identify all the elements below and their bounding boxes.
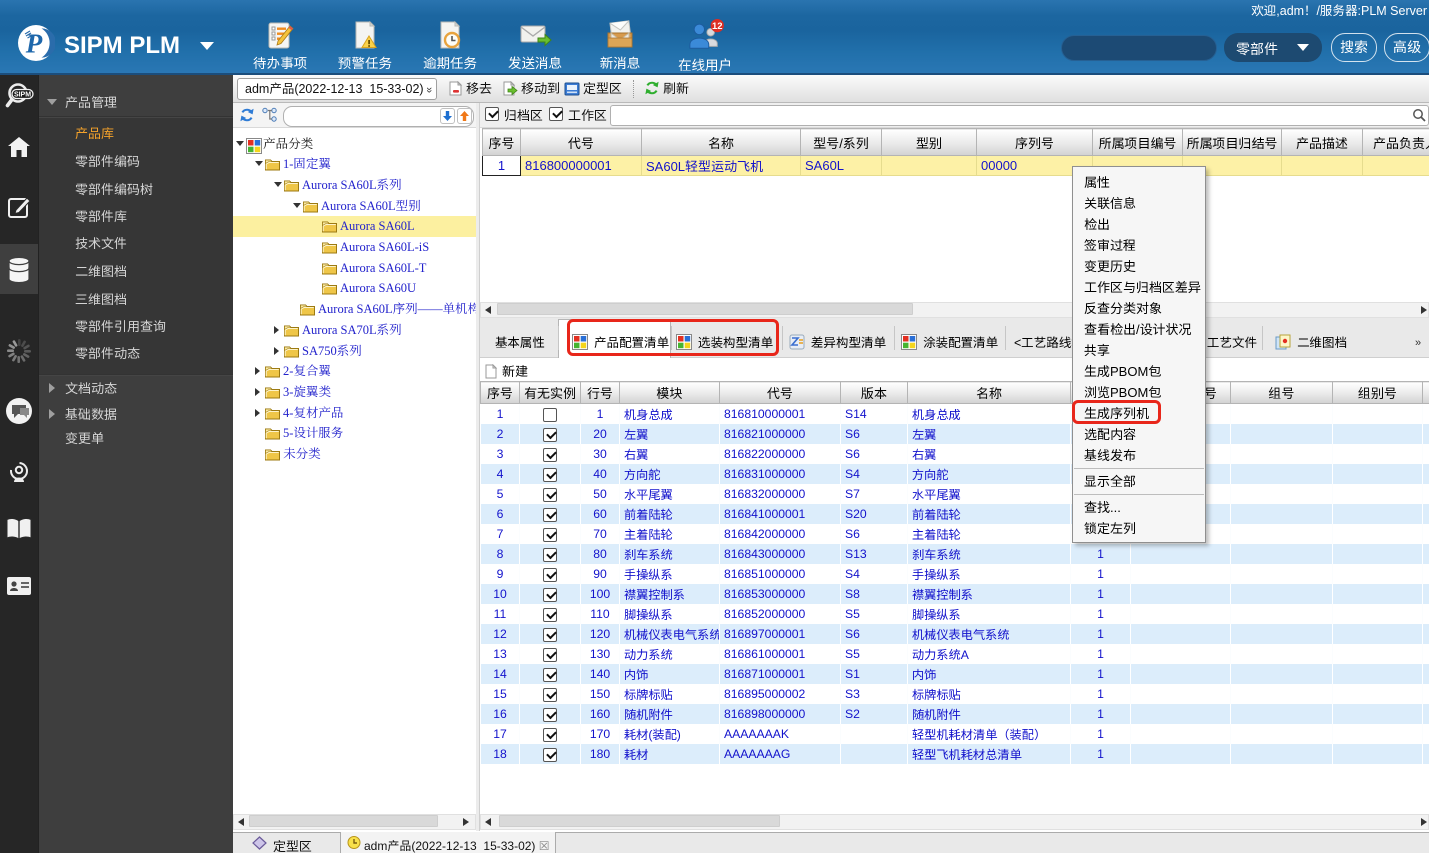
svg-text:12: 12 bbox=[712, 21, 723, 32]
svg-text:P: P bbox=[25, 29, 43, 59]
svg-text:SIPM: SIPM bbox=[14, 91, 31, 98]
